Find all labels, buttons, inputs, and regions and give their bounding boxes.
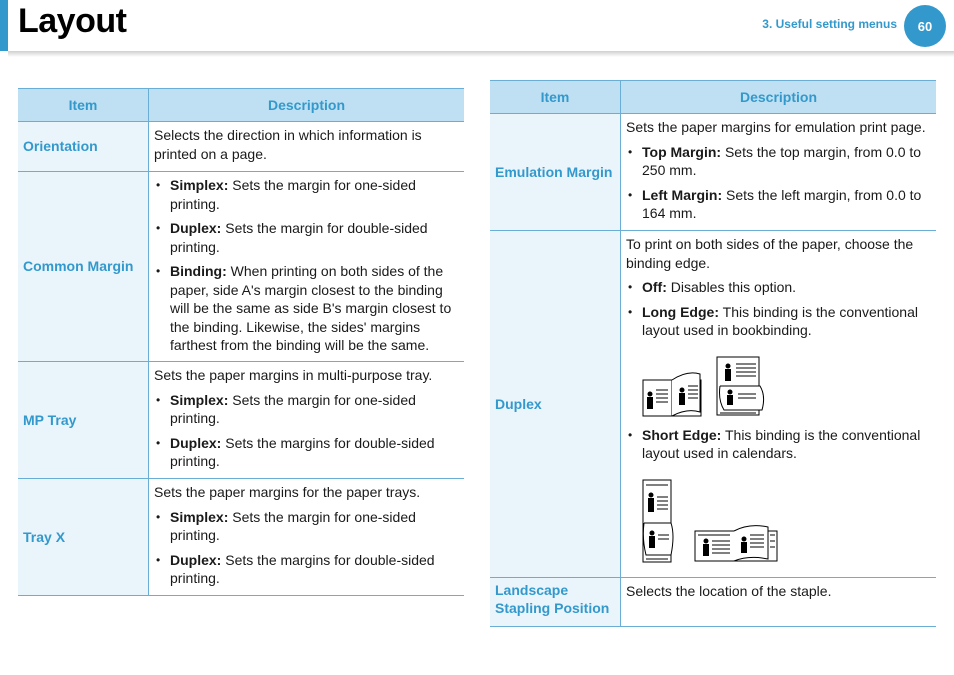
bullet-term: Simplex:	[170, 177, 229, 193]
header-divider	[8, 51, 954, 57]
description-intro: Sets the paper margins for emulation pri…	[626, 119, 926, 135]
bullet-list: Simplex: Sets the margin for one-sided p…	[154, 391, 459, 471]
bullet-term: Duplex:	[170, 434, 222, 451]
page-title: Layout	[18, 2, 127, 40]
item-cell: Orientation	[18, 121, 149, 172]
settings-table-right: Item Description Emulation Margin Sets t…	[490, 80, 936, 627]
bullet-item: Left Margin: Sets the left margin, from …	[626, 186, 931, 223]
item-cell: Landscape Stapling Position	[490, 577, 621, 627]
bullet-item: Simplex: Sets the margin for one-sided p…	[154, 176, 459, 213]
description-intro: Sets the paper margins in multi-purpose …	[154, 367, 433, 383]
short-edge-flip-icon	[642, 479, 674, 562]
bullet-term: Long Edge:	[642, 303, 719, 320]
description-intro: Selects the direction in which informati…	[154, 127, 422, 162]
bullet-list: Short Edge: This binding is the conventi…	[626, 426, 931, 463]
column-header-item: Item	[490, 80, 621, 114]
bullet-list: Top Margin: Sets the top margin, from 0.…	[626, 143, 931, 223]
table-row: Duplex To print on both sides of the pap…	[490, 230, 936, 578]
bullet-term: Short Edge:	[642, 426, 722, 443]
item-cell: Common Margin	[18, 171, 149, 362]
table-row: Tray X Sets the paper margins for the pa…	[18, 478, 464, 596]
description-cell: To print on both sides of the paper, cho…	[620, 230, 936, 578]
page-number-badge: 60	[904, 5, 946, 47]
section-label[interactable]: 3. Useful setting menus	[762, 17, 897, 31]
bullet-term: Duplex:	[170, 551, 222, 568]
table-row: Common Margin Simplex: Sets the margin f…	[18, 171, 464, 362]
table-header-row: Item Description	[490, 80, 936, 114]
description-intro: Selects the location of the staple.	[626, 582, 832, 599]
description-cell: Simplex: Sets the margin for one-sided p…	[148, 171, 464, 362]
item-cell: Emulation Margin	[490, 113, 621, 231]
bullet-term: Binding:	[170, 263, 227, 279]
description-intro: To print on both sides of the paper, cho…	[626, 236, 914, 271]
column-header-description: Description	[148, 88, 464, 122]
bullet-term: Top Margin:	[642, 143, 722, 160]
bullet-term: Simplex:	[170, 508, 229, 525]
table-header-row: Item Description	[18, 88, 464, 122]
long-edge-illustration	[642, 356, 931, 418]
bullet-item: Short Edge: This binding is the conventi…	[626, 426, 931, 463]
short-edge-book-icon	[694, 524, 778, 561]
bullet-list: Simplex: Sets the margin for one-sided p…	[154, 508, 459, 588]
column-header-description: Description	[620, 80, 936, 114]
bullet-item: Top Margin: Sets the top margin, from 0.…	[626, 143, 931, 180]
description-cell: Sets the paper margins for the paper tra…	[148, 478, 464, 596]
table-row: MP Tray Sets the paper margins in multi-…	[18, 361, 464, 479]
bullet-term: Duplex:	[170, 220, 222, 236]
bullet-text: Disables this option.	[666, 279, 797, 295]
item-cell: Tray X	[18, 478, 149, 596]
description-cell: Sets the paper margins in multi-purpose …	[148, 361, 464, 479]
bullet-item: Off: Disables this option.	[626, 278, 931, 297]
long-edge-flip-icon	[716, 356, 765, 415]
bullet-item: Duplex: Sets the margin for double-sided…	[154, 219, 459, 256]
bullet-item: Long Edge: This binding is the conventio…	[626, 303, 931, 340]
table-row: Orientation Selects the direction in whi…	[18, 121, 464, 172]
description-cell: Selects the location of the staple.	[620, 577, 936, 627]
long-edge-book-icon	[642, 371, 702, 416]
bullet-list: Simplex: Sets the margin for one-sided p…	[154, 176, 459, 355]
item-cell: MP Tray	[18, 361, 149, 479]
bullet-term: Left Margin:	[642, 186, 723, 203]
bullet-item: Duplex: Sets the margins for double-side…	[154, 551, 459, 588]
short-edge-illustration	[642, 479, 931, 563]
bullet-item: Simplex: Sets the margin for one-sided p…	[154, 508, 459, 545]
bullet-item: Duplex: Sets the margins for double-side…	[154, 434, 459, 471]
column-header-item: Item	[18, 88, 149, 122]
bullet-term: Simplex:	[170, 391, 229, 408]
bullet-list: Off: Disables this option. Long Edge: Th…	[626, 278, 931, 340]
description-intro: Sets the paper margins for the paper tra…	[154, 484, 421, 500]
bullet-item: Binding: When printing on both sides of …	[154, 262, 459, 355]
description-cell: Sets the paper margins for emulation pri…	[620, 113, 936, 231]
table-row: Emulation Margin Sets the paper margins …	[490, 113, 936, 231]
bullet-item: Simplex: Sets the margin for one-sided p…	[154, 391, 459, 428]
settings-table-left: Item Description Orientation Selects the…	[18, 88, 464, 596]
item-cell: Duplex	[490, 230, 621, 578]
table-row: Landscape Stapling Position Selects the …	[490, 577, 936, 627]
accent-bar	[0, 0, 8, 51]
bullet-term: Off:	[642, 279, 667, 295]
description-cell: Selects the direction in which informati…	[148, 121, 464, 172]
